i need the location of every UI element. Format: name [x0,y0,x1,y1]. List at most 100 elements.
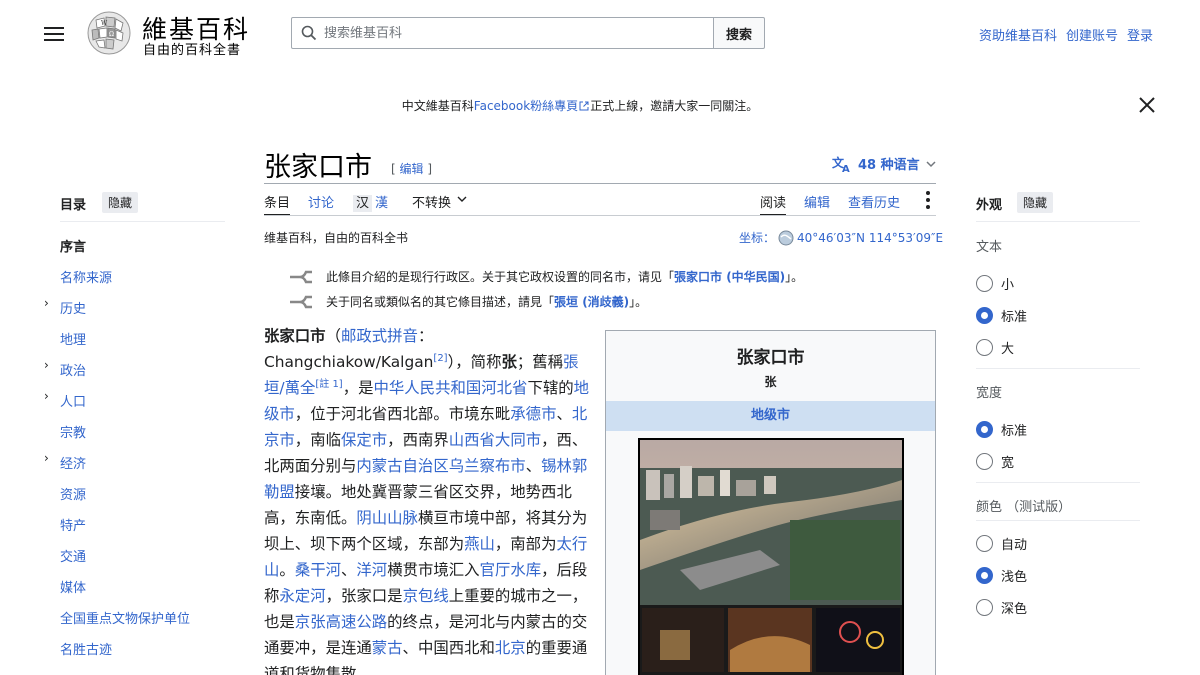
link-chengde[interactable]: 承德市 [510,405,556,423]
text-run: 、 [341,561,357,579]
search-button[interactable]: 搜索 [713,17,765,49]
hatnote-1-link[interactable]: 張家口市 (中华民国) [674,270,785,284]
donate-link[interactable]: 资助维基百科 [979,25,1057,44]
search-field[interactable] [291,17,714,49]
radio-color-light[interactable]: 浅色 [976,566,1027,585]
more-actions-icon[interactable] [925,191,931,209]
link-yanshan[interactable]: 燕山 [464,535,495,553]
toc-item[interactable]: 媒体 [60,577,86,596]
page-title: 张家口市 [264,152,372,183]
coordinates-value[interactable]: 40°46′03″N 114°53′09″E [797,231,943,245]
link-menggu[interactable]: 蒙古 [372,639,403,657]
wikipedia-globe-logo[interactable]: W Ω [84,10,134,56]
svg-text:Ω: Ω [109,31,114,38]
tab-read[interactable]: 阅读 [760,192,787,216]
link-guanting[interactable]: 官厅水库 [480,561,542,579]
toc-item[interactable]: 政治 [60,360,86,379]
toc-item[interactable]: 序言 [60,236,86,255]
text-run: ，南临 [294,431,341,449]
notice-suffix: 正式上線，邀請大家一同關注。 [590,99,759,113]
convert-label: 不转换 [412,196,452,211]
ref-2[interactable]: [2] [433,353,447,364]
tab-talk[interactable]: 讨论 [308,192,334,216]
radio-button[interactable] [976,275,993,292]
radio-button[interactable] [976,339,993,356]
chevron-right-icon[interactable]: › [44,389,49,403]
link-beijing-2[interactable]: 北京 [495,639,526,657]
toc-item[interactable]: 资源 [60,484,86,503]
search-input[interactable] [324,25,694,41]
toc-item[interactable]: 名称来源 [60,267,112,286]
chevron-right-icon[interactable]: › [44,296,49,310]
hatnote-2-link[interactable]: 張垣 (消歧義) [554,295,629,309]
link-yanghe[interactable]: 洋河 [356,561,387,579]
convert-dropdown[interactable]: 不转换 [412,192,467,216]
radio-text-standard[interactable]: 标准 [976,306,1027,325]
radio-width-wide[interactable]: 宽 [976,452,1014,471]
radio-width-standard[interactable]: 标准 [976,420,1027,439]
link-neimenggu[interactable]: 内蒙古自治区 [356,457,448,475]
radio-button[interactable] [976,535,993,552]
link-yongding[interactable]: 永定河 [279,587,325,605]
link-datong[interactable]: 山西省大同市 [449,431,541,449]
create-account-link[interactable]: 创建账号 [1066,25,1118,44]
text-run: ，位于河北省西北部。市境东毗 [294,405,511,423]
radio-color-dark[interactable]: 深色 [976,598,1027,617]
toc-item[interactable]: 全国重点文物保护单位 [60,608,190,627]
login-link[interactable]: 登录 [1127,25,1153,44]
toc-item[interactable]: 历史 [60,298,86,317]
title-edit-link[interactable]: 编辑 [400,162,424,176]
radio-button[interactable] [976,599,993,616]
toc-item[interactable]: 特产 [60,515,86,534]
link-jingzhang[interactable]: 京张高速公路 [295,613,387,631]
appearance-divider [976,520,1140,521]
language-button[interactable]: 文 A 48 种语言 [832,154,936,173]
toc-item[interactable]: 名胜古迹 [60,639,112,658]
hatnote-2: 关于同名或類似名的其它條目描述，請見「張垣 (消歧義)」。 [288,293,647,310]
link-baoding[interactable]: 保定市 [341,431,387,449]
radio-text-small[interactable]: 小 [976,274,1014,293]
city-photo-montage[interactable] [638,438,904,675]
toc-item[interactable]: 交通 [60,546,86,565]
appearance-hide-button[interactable]: 隐藏 [1017,192,1054,213]
radio-button[interactable] [976,453,993,470]
toc-item[interactable]: 经济 [60,453,86,472]
note-1[interactable]: [註 1] [315,379,342,390]
close-icon[interactable] [1137,95,1157,115]
variant-hant[interactable]: 漢 [372,195,391,212]
radio-color-auto[interactable]: 自动 [976,534,1027,553]
radio-label: 自动 [1001,538,1028,553]
tab-history[interactable]: 查看历史 [848,192,900,216]
radio-text-large[interactable]: 大 [976,338,1014,357]
chevron-right-icon[interactable]: › [44,358,49,372]
link-jingbao[interactable]: 京包线 [403,587,449,605]
link-yinshan[interactable]: 阴山山脉 [356,509,418,527]
text-run: 横贯市境汇入 [387,561,480,579]
radio-button-selected[interactable] [976,567,993,584]
text-run: 、 [525,457,542,475]
globe-icon[interactable] [778,230,794,246]
coordinates-label[interactable]: 坐标： [739,229,775,246]
link-postal[interactable]: 邮政式拼音 [341,327,418,345]
toc-item[interactable]: 人口 [60,391,86,410]
radio-button-selected[interactable] [976,307,993,324]
link-wulanchabu[interactable]: 乌兰察布市 [449,457,526,475]
site-tagline: 维基百科，自由的百科全书 [264,231,409,245]
facebook-link[interactable]: Facebook粉絲專頁 [474,99,578,113]
toc-item[interactable]: 地理 [60,329,86,348]
chevron-right-icon[interactable]: › [44,451,49,465]
link-sanggan[interactable]: 桑干河 [295,561,341,579]
link-hebei[interactable]: 河北省 [481,379,527,397]
tab-edit[interactable]: 编辑 [804,192,830,216]
infobox-type-link[interactable]: 地级市 [606,401,935,431]
tab-article[interactable]: 条目 [264,192,291,216]
toc-hide-button[interactable]: 隐藏 [102,192,139,213]
main-menu-button[interactable] [44,24,64,42]
toc-item[interactable]: 宗教 [60,422,86,441]
short-name: 张 [501,353,517,371]
svg-text:W: W [101,20,108,27]
radio-button-selected[interactable] [976,421,993,438]
variant-hans[interactable]: 汉 [353,195,373,212]
link-prc[interactable]: 中华人民共和国 [374,379,482,397]
width-group-label: 宽度 [976,386,1003,401]
